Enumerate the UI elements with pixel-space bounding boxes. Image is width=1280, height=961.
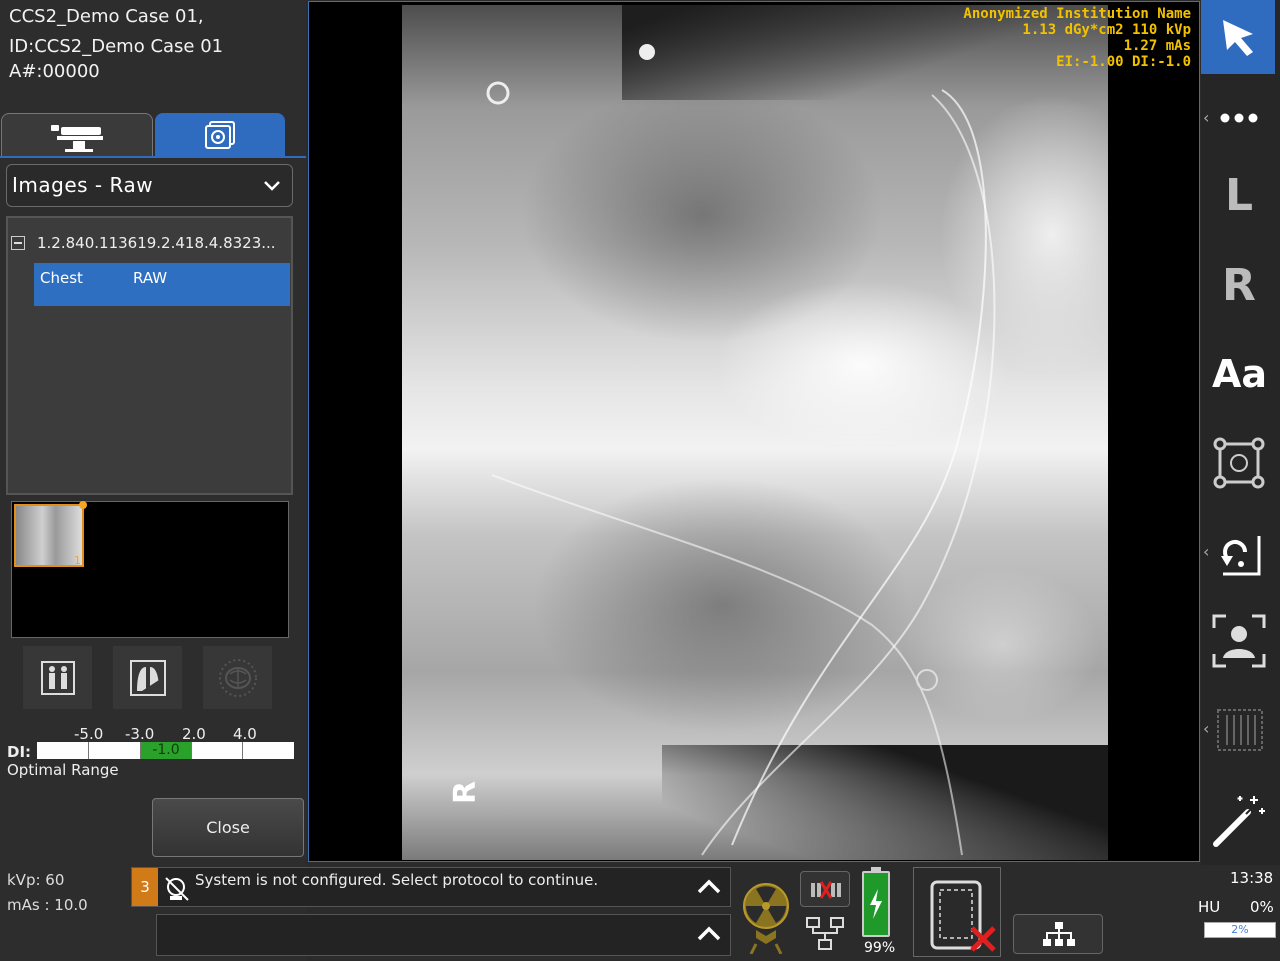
auto-process-button[interactable] (1210, 792, 1268, 850)
accession-number: A#:00000 (9, 61, 100, 82)
more-tools-button[interactable]: ‹ (1203, 104, 1273, 134)
clock: 13:38 (1230, 869, 1274, 887)
compare-button[interactable] (23, 646, 92, 709)
select-tool-button[interactable] (1201, 0, 1275, 74)
secondary-message-bar[interactable] (156, 914, 731, 956)
thumbnail-marker (79, 501, 87, 509)
grid-button[interactable]: ‹ (1203, 705, 1273, 755)
overlay-dose-kvp: 1.13 dGy*cm2 110 kVp (1022, 22, 1191, 38)
di-cell (37, 742, 89, 759)
brain-icon (218, 658, 257, 697)
system-warning-icon (165, 877, 189, 901)
network-icon (806, 917, 844, 950)
image-viewport[interactable]: R Anonymized Institution Name 1.13 dGy*c… (308, 1, 1200, 862)
hu-progress-bar: 2% (1204, 922, 1276, 938)
overlay-mas: 1.27 mAs (1123, 38, 1191, 54)
message-bar[interactable]: 3 System is not configured. Select proto… (131, 867, 731, 907)
detector-status-button[interactable] (913, 867, 1001, 957)
image-set-selected: Images - Raw (12, 173, 154, 197)
mas-readout: mAs : 10.0 (7, 896, 88, 914)
tab-images[interactable] (155, 113, 285, 157)
grid-icon (1217, 709, 1263, 751)
patient-table-icon (51, 124, 103, 152)
expand-left-icon: ‹ (1203, 108, 1210, 127)
lung-button[interactable] (113, 646, 182, 709)
right-marker-button[interactable]: R (1222, 260, 1256, 311)
image-overlay: Anonymized Institution Name 1.13 dGy*cm2… (963, 6, 1191, 70)
xray-tube-status[interactable] (741, 878, 791, 955)
di-scale-bar: -1.0 (37, 742, 294, 759)
left-panel: CCS2_Demo Case 01, ID:CCS2_Demo Case 01 … (0, 0, 306, 961)
chevron-up-icon[interactable] (696, 923, 722, 945)
overlay-ei-di: EI:-1.00 DI:-1.0 (1056, 54, 1191, 70)
series-type: RAW (133, 269, 168, 287)
image-set-dropdown[interactable]: Images - Raw (6, 164, 293, 207)
annotation-text-button[interactable]: Aa (1212, 352, 1267, 396)
select-arrow-icon (1223, 20, 1253, 56)
roi-icon (1213, 437, 1265, 489)
radiation-icon (743, 883, 789, 955)
expand-left-icon: ‹ (1203, 719, 1210, 738)
message-text: System is not configured. Select protoco… (195, 871, 599, 889)
di-range-text: Optimal Range (7, 761, 119, 779)
di-cell (243, 742, 294, 759)
di-cell (89, 742, 141, 759)
image-viewer-icon (205, 121, 235, 149)
left-marker-button[interactable]: L (1225, 170, 1253, 221)
magic-wand-icon (1213, 796, 1265, 847)
hierarchy-button[interactable] (1013, 914, 1103, 954)
chevron-up-icon[interactable] (696, 876, 722, 898)
di-tick: 2.0 (182, 725, 206, 743)
series-item-selected[interactable]: Chest RAW (34, 263, 290, 306)
series-list: 1.2.840.113619.2.418.4.8323... Chest RAW (6, 216, 293, 495)
more-icon (1220, 113, 1258, 123)
overlay-institution: Anonymized Institution Name (963, 6, 1191, 22)
chevron-down-icon (264, 181, 280, 191)
people-icon (40, 660, 75, 695)
rotate-button[interactable]: ‹ (1203, 528, 1273, 578)
detector-error-icon (930, 880, 996, 952)
tab-patient-table[interactable] (1, 113, 153, 157)
grid-status-button[interactable] (800, 871, 850, 907)
xray-image[interactable]: R (402, 5, 1108, 860)
series-row[interactable]: 1.2.840.113619.2.418.4.8323... (8, 228, 291, 258)
recapture-icon (1212, 614, 1266, 668)
hu-value: 0% (1250, 898, 1274, 916)
tab-underline (0, 156, 306, 158)
battery-percent: 99% (864, 940, 896, 956)
collapse-icon[interactable] (11, 236, 25, 250)
thumbnail-number: 1 (74, 554, 81, 567)
series-body-part: Chest (40, 269, 83, 287)
di-tick: -5.0 (74, 725, 104, 743)
laterality-marker: R (448, 780, 484, 805)
kvp-readout: kVp: 60 (7, 871, 65, 889)
grid-error-icon (811, 881, 841, 899)
thumbnail-strip: 1 (11, 501, 289, 638)
bone-suppression-button[interactable] (203, 646, 272, 709)
roi-button[interactable] (1212, 436, 1266, 490)
di-cell (192, 742, 243, 759)
charging-icon (870, 889, 882, 919)
rotate-icon (1221, 536, 1261, 576)
network-status[interactable] (804, 916, 846, 952)
di-tick: -3.0 (125, 725, 155, 743)
lung-icon (129, 659, 166, 696)
hu-label: HU (1198, 898, 1221, 916)
patient-id: ID:CCS2_Demo Case 01 (9, 36, 224, 57)
lead-wires (486, 44, 996, 856)
close-button[interactable]: Close (152, 798, 304, 857)
di-scale-ticks: -5.0 -3.0 2.0 4.0 (0, 725, 306, 743)
di-label: DI: (7, 743, 32, 761)
expand-left-icon: ‹ (1203, 542, 1210, 561)
patient-name: CCS2_Demo Case 01, (9, 6, 204, 27)
message-count-badge: 3 (132, 868, 158, 906)
image-thumbnail[interactable]: 1 (14, 501, 87, 567)
di-tick: 4.0 (233, 725, 257, 743)
battery-indicator (862, 867, 890, 937)
recapture-button[interactable] (1210, 612, 1268, 670)
di-value-cell: -1.0 (141, 742, 192, 759)
series-uid: 1.2.840.113619.2.418.4.8323... (37, 234, 276, 252)
hierarchy-icon (1043, 922, 1075, 946)
